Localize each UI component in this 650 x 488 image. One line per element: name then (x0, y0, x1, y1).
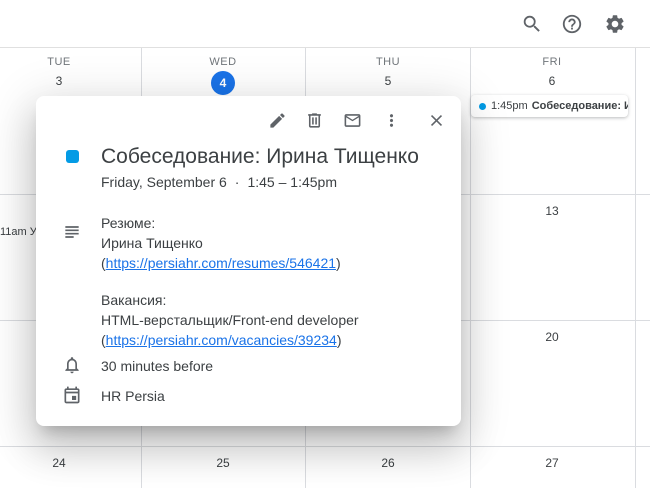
description-line: (https://persiahr.com/resumes/546421) (101, 253, 359, 273)
today-day-number[interactable]: 4 (211, 71, 235, 95)
day-header-wed[interactable]: WED 4 (163, 56, 283, 95)
event-color-square (66, 150, 79, 163)
clipped-event[interactable]: 11am У (0, 226, 37, 238)
settings-gear-icon[interactable] (597, 6, 633, 42)
event-description: Резюме: Ирина Тищенко (https://persiahr.… (101, 213, 359, 350)
description-line: HTML-верстальщик/Front-end developer (101, 312, 359, 328)
event-date-time: Friday, September 6 · 1:45 – 1:45pm (101, 174, 337, 190)
event-chip-time: 1:45pm (491, 100, 528, 112)
grid-divider (635, 48, 636, 488)
paren: ) (336, 255, 341, 271)
date-separator: · (234, 174, 240, 190)
help-icon[interactable] (554, 6, 590, 42)
vacancy-link[interactable]: https://persiahr.com/vacancies/39234 (106, 332, 337, 348)
event-color-dot (479, 102, 486, 110)
mail-icon (344, 113, 360, 127)
description-line: (https://persiahr.com/vacancies/39234) (101, 330, 359, 350)
day-header-thu[interactable]: THU 5 (328, 56, 448, 88)
event-time: 1:45 – 1:45pm (247, 174, 337, 190)
day-number[interactable]: 6 (492, 74, 612, 88)
calendar-name: HR Persia (101, 388, 165, 404)
top-bar (0, 0, 650, 48)
description-line: Вакансия: (101, 292, 167, 308)
day-name: TUE (47, 56, 71, 68)
event-chip-title: Собеседование: И (531, 100, 628, 112)
day-number-20[interactable]: 20 (492, 330, 612, 344)
paren: ) (336, 332, 342, 348)
event-title: Собеседование: Ирина Тищенко (101, 145, 419, 168)
reminder-text: 30 minutes before (101, 358, 214, 374)
grid-divider (0, 446, 650, 447)
calendar-icon (61, 384, 83, 406)
edit-event-button[interactable] (261, 104, 293, 136)
day-number-26[interactable]: 26 (328, 456, 448, 470)
day-number[interactable]: 3 (0, 74, 119, 88)
bell-icon (61, 354, 83, 376)
close-icon (430, 114, 442, 126)
day-name: THU (375, 56, 401, 68)
day-name: FRI (542, 56, 562, 68)
day-number[interactable]: 5 (328, 74, 448, 88)
close-popover-button[interactable] (420, 104, 452, 136)
day-header-fri[interactable]: FRI 6 (492, 56, 612, 88)
search-icon[interactable] (514, 6, 550, 42)
pencil-icon (269, 112, 285, 128)
description-line: Резюме: (101, 215, 156, 231)
day-number-27[interactable]: 27 (492, 456, 612, 470)
delete-event-button[interactable] (298, 104, 330, 136)
event-chip[interactable]: 1:45pm Собеседование: И (471, 95, 628, 117)
more-options-button[interactable] (375, 104, 407, 136)
event-details-popover: Собеседование: Ирина Тищенко Friday, Sep… (36, 96, 461, 426)
description-icon (61, 221, 83, 243)
day-name: WED (209, 56, 237, 68)
resume-link[interactable]: https://persiahr.com/resumes/546421 (106, 255, 336, 271)
event-date: Friday, September 6 (101, 174, 227, 190)
more-vert-icon (389, 113, 393, 127)
day-number-24[interactable]: 24 (0, 456, 119, 470)
description-line: Ирина Тищенко (101, 235, 203, 251)
email-guests-button[interactable] (336, 104, 368, 136)
trash-icon (307, 112, 321, 128)
day-number-25[interactable]: 25 (163, 456, 283, 470)
day-header-tue[interactable]: TUE 3 (0, 56, 119, 88)
day-number-13[interactable]: 13 (492, 204, 612, 218)
